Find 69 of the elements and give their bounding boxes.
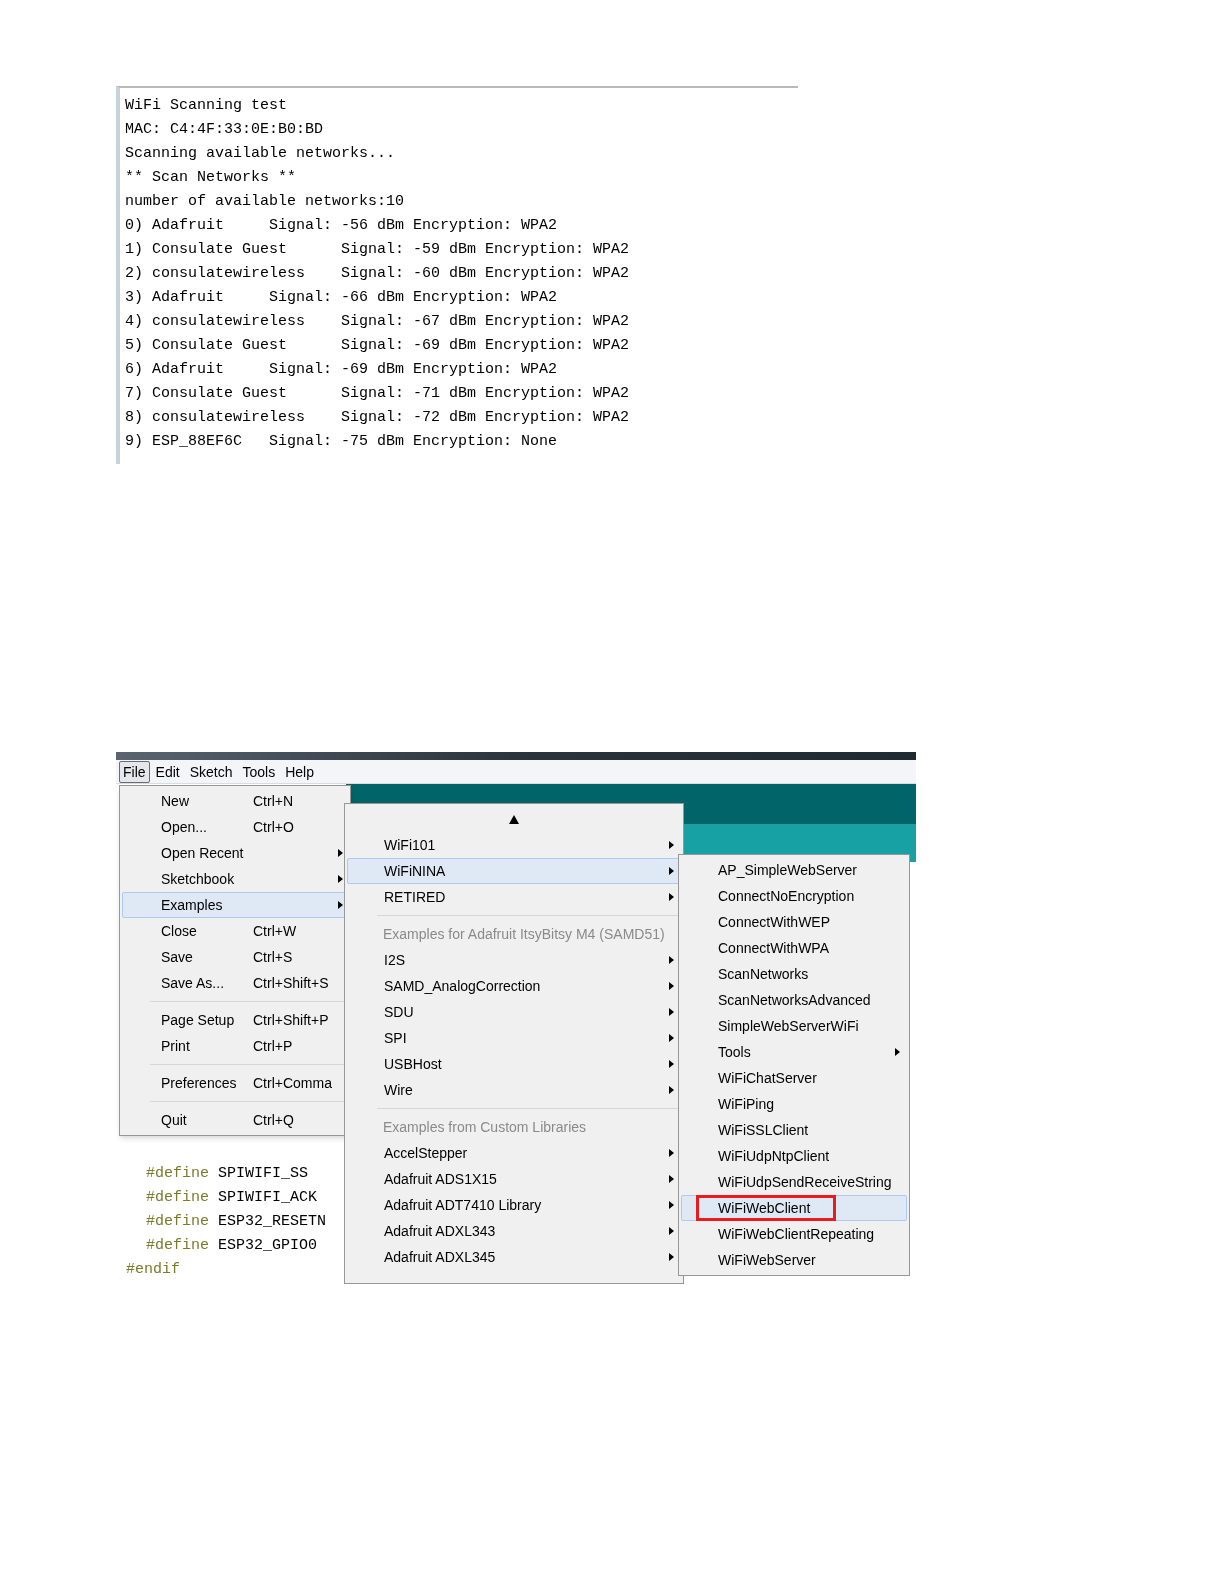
serial-output-line: 4) consulatewireless Signal: -67 dBm Encryption: WPA2 (125, 312, 630, 332)
menu-item[interactable]: WiFiPing (681, 1091, 907, 1117)
menu-item[interactable]: WiFiUdpNtpClient (681, 1143, 907, 1169)
menu-item[interactable]: SimpleWebServerWiFi (681, 1013, 907, 1039)
menu-item[interactable]: Save Ctrl+S (122, 944, 348, 970)
menu-item[interactable]: AP_SimpleWebServer (681, 857, 907, 883)
serial-output-line: 3) Adafruit Signal: -66 dBm Encryption: WPA2 (125, 288, 558, 308)
menu-bar-item[interactable]: Tools (238, 760, 280, 783)
menu-item[interactable]: ConnectWithWEP (681, 909, 907, 935)
menu-item[interactable]: Adafruit ADS1X15 (347, 1166, 681, 1192)
menu-item[interactable]: SDU (347, 999, 681, 1025)
serial-output-line: 0) Adafruit Signal: -56 dBm Encryption: WPA2 (125, 216, 558, 236)
menu-item[interactable]: New Ctrl+N (122, 788, 348, 814)
serial-output-line: ** Scan Networks ** (125, 168, 297, 188)
serial-output-line: 2) consulatewireless Signal: -60 dBm Encryption: WPA2 (125, 264, 630, 284)
serial-output-line: number of available networks:10 (125, 192, 405, 212)
menu-bar-item[interactable]: Edit (151, 760, 184, 783)
menu-item[interactable]: SAMD_AnalogCorrection (347, 973, 681, 999)
menu-bar-item[interactable]: Sketch (185, 760, 237, 783)
menu-item[interactable]: Close Ctrl+W (122, 918, 348, 944)
menu-section-header: Examples from Custom Libraries (383, 1117, 587, 1137)
menu-item[interactable]: Open... Ctrl+O (122, 814, 348, 840)
menu-bar-item[interactable]: File (119, 760, 150, 783)
menu-item[interactable]: Print Ctrl+P (122, 1033, 348, 1059)
serial-output-line: 9) ESP_88EF6C Signal: -75 dBm Encryption: None (125, 432, 558, 452)
menu-item[interactable]: WiFi101 (347, 832, 681, 858)
menu-item[interactable]: I2S (347, 947, 681, 973)
code-line: #define SPIWIFI_ACK (145, 1188, 318, 1208)
serial-output-line: 5) Consulate Guest Signal: -69 dBm Encryption: WPA2 (125, 336, 630, 356)
scroll-up-arrow-icon[interactable] (509, 814, 519, 824)
menu-item[interactable]: Adafruit ADXL345 (347, 1244, 681, 1270)
serial-output-line: MAC: C4:4F:33:0E:B0:BD (125, 120, 324, 140)
menu-item[interactable]: WiFiChatServer (681, 1065, 907, 1091)
menu-item[interactable]: AccelStepper (347, 1140, 681, 1166)
menu-item[interactable]: ConnectNoEncryption (681, 883, 907, 909)
menu-item[interactable]: Open Recent (122, 840, 348, 866)
serial-output-line: 7) Consulate Guest Signal: -71 dBm Encryption: WPA2 (125, 384, 630, 404)
menu-item[interactable]: Adafruit ADT7410 Library (347, 1192, 681, 1218)
menu-item[interactable]: WiFiNINA (347, 858, 681, 884)
menu-item[interactable]: ScanNetworks (681, 961, 907, 987)
serial-output-line: Scanning available networks... (125, 144, 396, 164)
menu-item[interactable]: WiFiWebServer (681, 1247, 907, 1273)
code-line: #define SPIWIFI_SS (145, 1164, 309, 1184)
menu-item[interactable]: SPI (347, 1025, 681, 1051)
menu-item[interactable]: Adafruit ADXL343 (347, 1218, 681, 1244)
menu-item[interactable]: Preferences Ctrl+Comma (122, 1070, 348, 1096)
menu-item[interactable]: WiFiSSLClient (681, 1117, 907, 1143)
menu-item[interactable]: WiFiUdpSendReceiveString (681, 1169, 907, 1195)
menu-bar-item[interactable]: Help (281, 760, 318, 783)
menu-item[interactable]: RETIRED (347, 884, 681, 910)
serial-output-line: 1) Consulate Guest Signal: -59 dBm Encryption: WPA2 (125, 240, 630, 260)
menu-item[interactable]: ScanNetworksAdvanced (681, 987, 907, 1013)
menu-item[interactable]: Quit Ctrl+Q (122, 1107, 348, 1133)
menu-item[interactable]: Sketchbook (122, 866, 348, 892)
serial-output-line: WiFi Scanning test (125, 96, 288, 116)
code-line: #define ESP32_GPIO0 (145, 1236, 318, 1256)
menu-item[interactable]: Tools (681, 1039, 907, 1065)
menu-item[interactable]: Save As... Ctrl+Shift+S (122, 970, 348, 996)
serial-output-line: 8) consulatewireless Signal: -72 dBm Encryption: WPA2 (125, 408, 630, 428)
serial-output-line: 6) Adafruit Signal: -69 dBm Encryption: WPA2 (125, 360, 558, 380)
menu-section-header: Examples for Adafruit ItsyBitsy M4 (SAMD51) (383, 924, 665, 944)
menu-item[interactable]: Page Setup Ctrl+Shift+P (122, 1007, 348, 1033)
menu-item[interactable]: ConnectWithWPA (681, 935, 907, 961)
menu-item[interactable]: USBHost (347, 1051, 681, 1077)
code-line: #endif (126, 1260, 180, 1280)
menu-item[interactable]: WiFiWebClient (681, 1195, 907, 1221)
code-line: #define ESP32_RESETN (145, 1212, 327, 1232)
menu-item[interactable]: Wire (347, 1077, 681, 1103)
menu-item[interactable]: WiFiWebClientRepeating (681, 1221, 907, 1247)
